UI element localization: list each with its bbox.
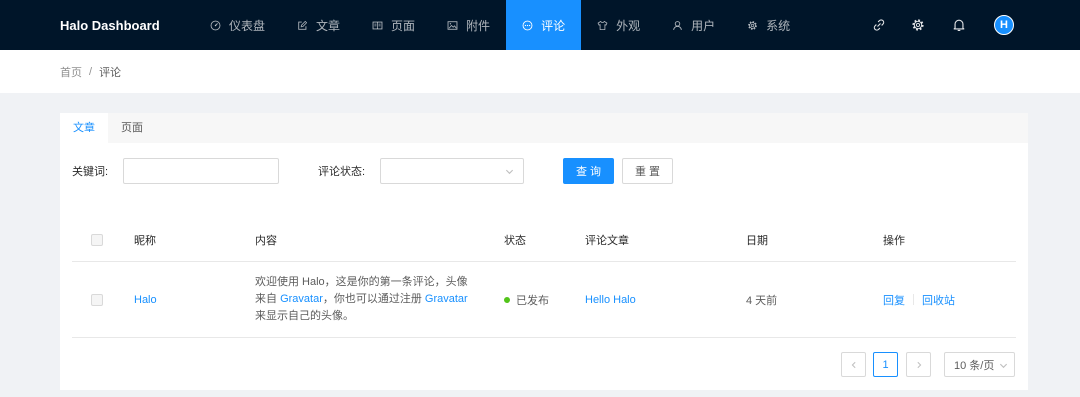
column-header-actions: 操作 [883,234,905,247]
status-select[interactable] [380,158,524,184]
reply-button[interactable]: 回复 [883,292,905,308]
select-all-checkbox[interactable] [91,233,103,246]
read-icon [372,20,383,31]
page-button-current[interactable]: 1 [873,352,898,377]
content-text: 欢迎使用 Halo，这是你的第一条评论，头像 [255,276,468,288]
content-text: ，你也可以通过注册 [322,293,425,305]
main-content: 文章 页面 关键词: 评论状态: 查 询 重 置 昵称 内容 状态 评论文章 日… [0,93,1080,390]
chevron-down-icon [505,167,514,176]
menu-item-label: 附件 [466,18,491,33]
breadcrumb-separator: / [89,65,93,78]
gravatar-link[interactable]: Gravatar [425,293,468,305]
brand-title[interactable]: Halo Dashboard [60,18,194,33]
skin-icon [597,20,608,31]
keyword-label: 关键词: [72,166,109,178]
row-actions: 回复 回收站 [883,292,1016,308]
author-cell: Halo [122,294,243,306]
menu-item-users[interactable]: 用户 [656,0,731,50]
menu-item-label: 用户 [691,18,716,33]
status-dot [504,296,510,303]
menu-item-label: 评论 [541,18,566,33]
menu-item-label: 外观 [616,18,641,33]
date-cell: 4 天前 [746,294,778,307]
content-line: 欢迎使用 Halo，这是你的第一条评论，头像 [255,274,492,291]
link-icon[interactable] [872,18,886,32]
column-header-status: 状态 [504,234,526,247]
setting-icon[interactable] [911,18,925,32]
table-body: Halo 欢迎使用 Halo，这是你的第一条评论，头像 来自 Gravatar，… [72,262,1016,338]
card-body: 关键词: 评论状态: 查 询 重 置 昵称 内容 状态 评论文章 日期 操作 H… [60,143,1028,390]
content-text: 来显示自己的头像。 [255,310,354,322]
menu-item-pages[interactable]: 页面 [356,0,431,50]
gravatar-link[interactable]: Gravatar [280,293,323,305]
status-text: 已发布 [516,294,549,307]
menu-item-comments[interactable]: 评论 [506,0,582,50]
reset-button[interactable]: 重 置 [622,158,673,184]
column-header-content: 内容 [255,234,277,247]
menu-item-system[interactable]: 系统 [731,0,806,50]
menu-item-posts[interactable]: 文章 [281,0,356,50]
post-cell: Hello Halo [573,294,734,306]
filter-form: 关键词: 评论状态: 查 询 重 置 [72,158,1016,184]
avatar[interactable]: H [994,15,1014,35]
column-header-date: 日期 [746,234,768,247]
comments-card: 文章 页面 关键词: 评论状态: 查 询 重 置 昵称 内容 状态 评论文章 日… [60,113,1028,390]
setting-icon [747,20,758,31]
actions-cell: 回复 回收站 [871,292,1016,308]
breadcrumb-home[interactable]: 首页 [60,64,82,80]
chevron-right-icon [915,361,923,369]
author-link[interactable]: Halo [134,294,157,306]
user-icon [672,20,683,31]
select-all-cell [72,233,122,246]
menu-item-appearance[interactable]: 外观 [581,0,656,50]
tab-bar: 文章 页面 [60,113,1028,143]
top-navbar: Halo Dashboard 仪表盘 文章 页面 附件 评论 外观 用户 系统 … [0,0,1080,50]
picture-icon [447,20,458,31]
message-icon [522,20,533,31]
menu-item-attachments[interactable]: 附件 [431,0,506,50]
chevron-down-icon [999,361,1008,370]
content-text: 来自 [255,293,281,305]
status-cell: 已发布 [492,292,573,308]
search-button[interactable]: 查 询 [563,158,614,184]
content-line: 来显示自己的头像。 [255,308,492,325]
page-size-select[interactable]: 10 条/页 [944,352,1015,377]
recycle-button[interactable]: 回收站 [922,292,955,308]
table-row: Halo 欢迎使用 Halo，这是你的第一条评论，头像 来自 Gravatar，… [72,262,1016,338]
next-page-button[interactable] [906,352,931,377]
chevron-left-icon [850,361,858,369]
status-badge: 已发布 [504,292,573,308]
table-header-row: 昵称 内容 状态 评论文章 日期 操作 [72,218,1016,262]
menu-item-label: 系统 [766,18,791,33]
page-size-value: 10 条/页 [954,359,995,372]
status-label: 评论状态: [318,166,366,178]
post-link[interactable]: Hello Halo [585,294,636,306]
row-select-cell [72,293,122,306]
column-header-nickname: 昵称 [134,234,156,247]
content-line: 来自 Gravatar，你也可以通过注册 Gravatar [255,291,492,308]
menu-item-label: 仪表盘 [229,18,266,33]
pagination: 1 10 条/页 [72,352,1016,377]
table-header: 昵称 内容 状态 评论文章 日期 操作 [72,218,1016,262]
tab-posts[interactable]: 文章 [60,113,108,143]
menu-item-label: 页面 [391,18,416,33]
menu-item-dashboard[interactable]: 仪表盘 [194,0,281,50]
main-menu: 仪表盘 文章 页面 附件 评论 外观 用户 系统 [194,0,806,50]
row-checkbox[interactable] [91,293,103,306]
tab-pages[interactable]: 页面 [108,113,156,143]
breadcrumb: 首页 / 评论 [0,50,1080,93]
content-cell: 欢迎使用 Halo，这是你的第一条评论，头像 来自 Gravatar，你也可以通… [243,274,492,325]
action-divider [913,294,914,305]
comments-table: 昵称 内容 状态 评论文章 日期 操作 Halo 欢迎使用 Halo，这是你的第… [72,218,1016,338]
column-header-post: 评论文章 [585,234,629,247]
menu-item-label: 文章 [316,18,341,33]
edit-icon [297,20,308,31]
dashboard-icon [210,20,221,31]
bell-icon[interactable] [952,18,966,32]
keyword-input[interactable] [123,158,279,184]
breadcrumb-current: 评论 [99,66,122,79]
prev-page-button[interactable] [841,352,866,377]
